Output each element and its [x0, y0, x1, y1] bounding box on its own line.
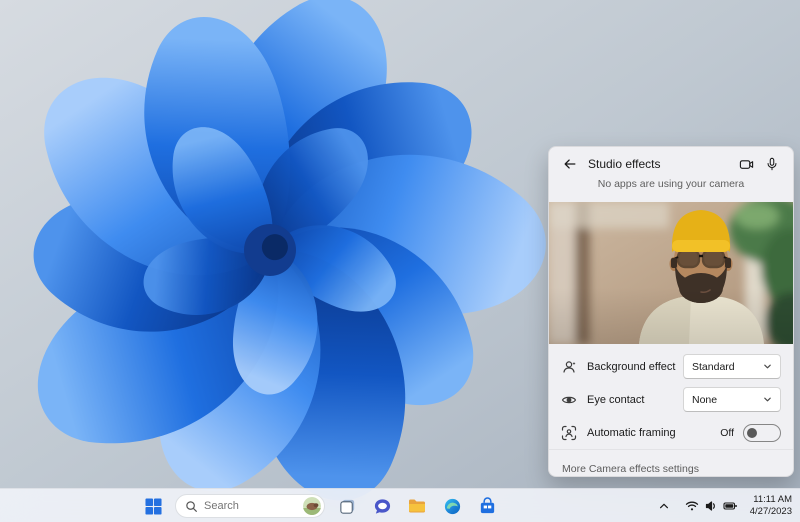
clock[interactable]: 11:11 AM 4/27/2023 — [750, 494, 792, 518]
chevron-down-icon — [764, 397, 771, 402]
search-box[interactable] — [175, 494, 325, 518]
flyout-header: Studio effects — [549, 147, 793, 176]
taskbar-center-group — [140, 489, 500, 522]
dropdown-value: None — [692, 393, 718, 406]
eye-contact-dropdown[interactable]: None — [683, 387, 781, 412]
system-tray: 11:11 AM 4/27/2023 — [655, 489, 792, 522]
tray-status-icons[interactable] — [682, 497, 741, 515]
flyout-footer: More Camera effects settings — [549, 449, 793, 476]
automatic-framing-toggle[interactable] — [743, 423, 781, 442]
camera-status-text: No apps are using your camera — [597, 178, 745, 190]
volume-icon — [705, 501, 715, 511]
row-label: Eye contact — [587, 393, 645, 406]
microphone-icon[interactable] — [764, 156, 780, 172]
studio-effects-flyout: Studio effects No apps are using your ca… — [548, 146, 794, 477]
row-label: Background effect — [587, 360, 676, 373]
background-effect-dropdown[interactable]: Standard — [683, 354, 781, 379]
store-icon[interactable] — [474, 493, 500, 519]
edge-icon[interactable] — [439, 493, 465, 519]
tray-time: 11:11 AM — [753, 494, 792, 505]
automatic-framing-icon — [561, 425, 577, 441]
taskbar: 11:11 AM 4/27/2023 — [0, 488, 800, 522]
camera-preview — [549, 202, 793, 344]
back-arrow-icon[interactable] — [562, 156, 578, 172]
toggle-knob — [747, 427, 757, 438]
search-input[interactable] — [204, 500, 288, 512]
start-icon — [144, 497, 162, 515]
search-highlight-image[interactable] — [303, 497, 321, 515]
automatic-framing-control: Off — [720, 423, 781, 442]
row-label: Automatic framing — [587, 426, 676, 439]
row-eye-contact: Eye contact None — [549, 383, 793, 416]
row-automatic-framing: Automatic framing Off — [549, 416, 793, 449]
battery-icon — [723, 502, 737, 510]
tray-date: 4/27/2023 — [749, 506, 792, 517]
search-icon — [186, 500, 197, 512]
task-view-icon[interactable] — [334, 493, 360, 519]
toggle-state-label: Off — [720, 426, 734, 439]
settings-rows: Background effect Standard Eye contact N… — [549, 344, 793, 449]
start-button[interactable] — [140, 493, 166, 519]
file-explorer-icon[interactable] — [404, 493, 430, 519]
background-effect-icon — [561, 359, 577, 375]
row-background-effect: Background effect Standard — [549, 350, 793, 383]
dropdown-value: Standard — [692, 360, 735, 373]
desktop: Studio effects No apps are using your ca… — [0, 0, 800, 522]
chevron-down-icon — [764, 364, 771, 369]
chevron-up-icon[interactable] — [655, 498, 673, 514]
eye-contact-icon — [561, 392, 577, 408]
camera-preview-image — [549, 202, 793, 344]
more-camera-settings-link[interactable]: More Camera effects settings — [562, 463, 699, 475]
chat-icon[interactable] — [369, 493, 395, 519]
wifi-icon — [685, 501, 698, 511]
flyout-title: Studio effects — [588, 157, 661, 171]
camera-icon[interactable] — [738, 156, 754, 172]
